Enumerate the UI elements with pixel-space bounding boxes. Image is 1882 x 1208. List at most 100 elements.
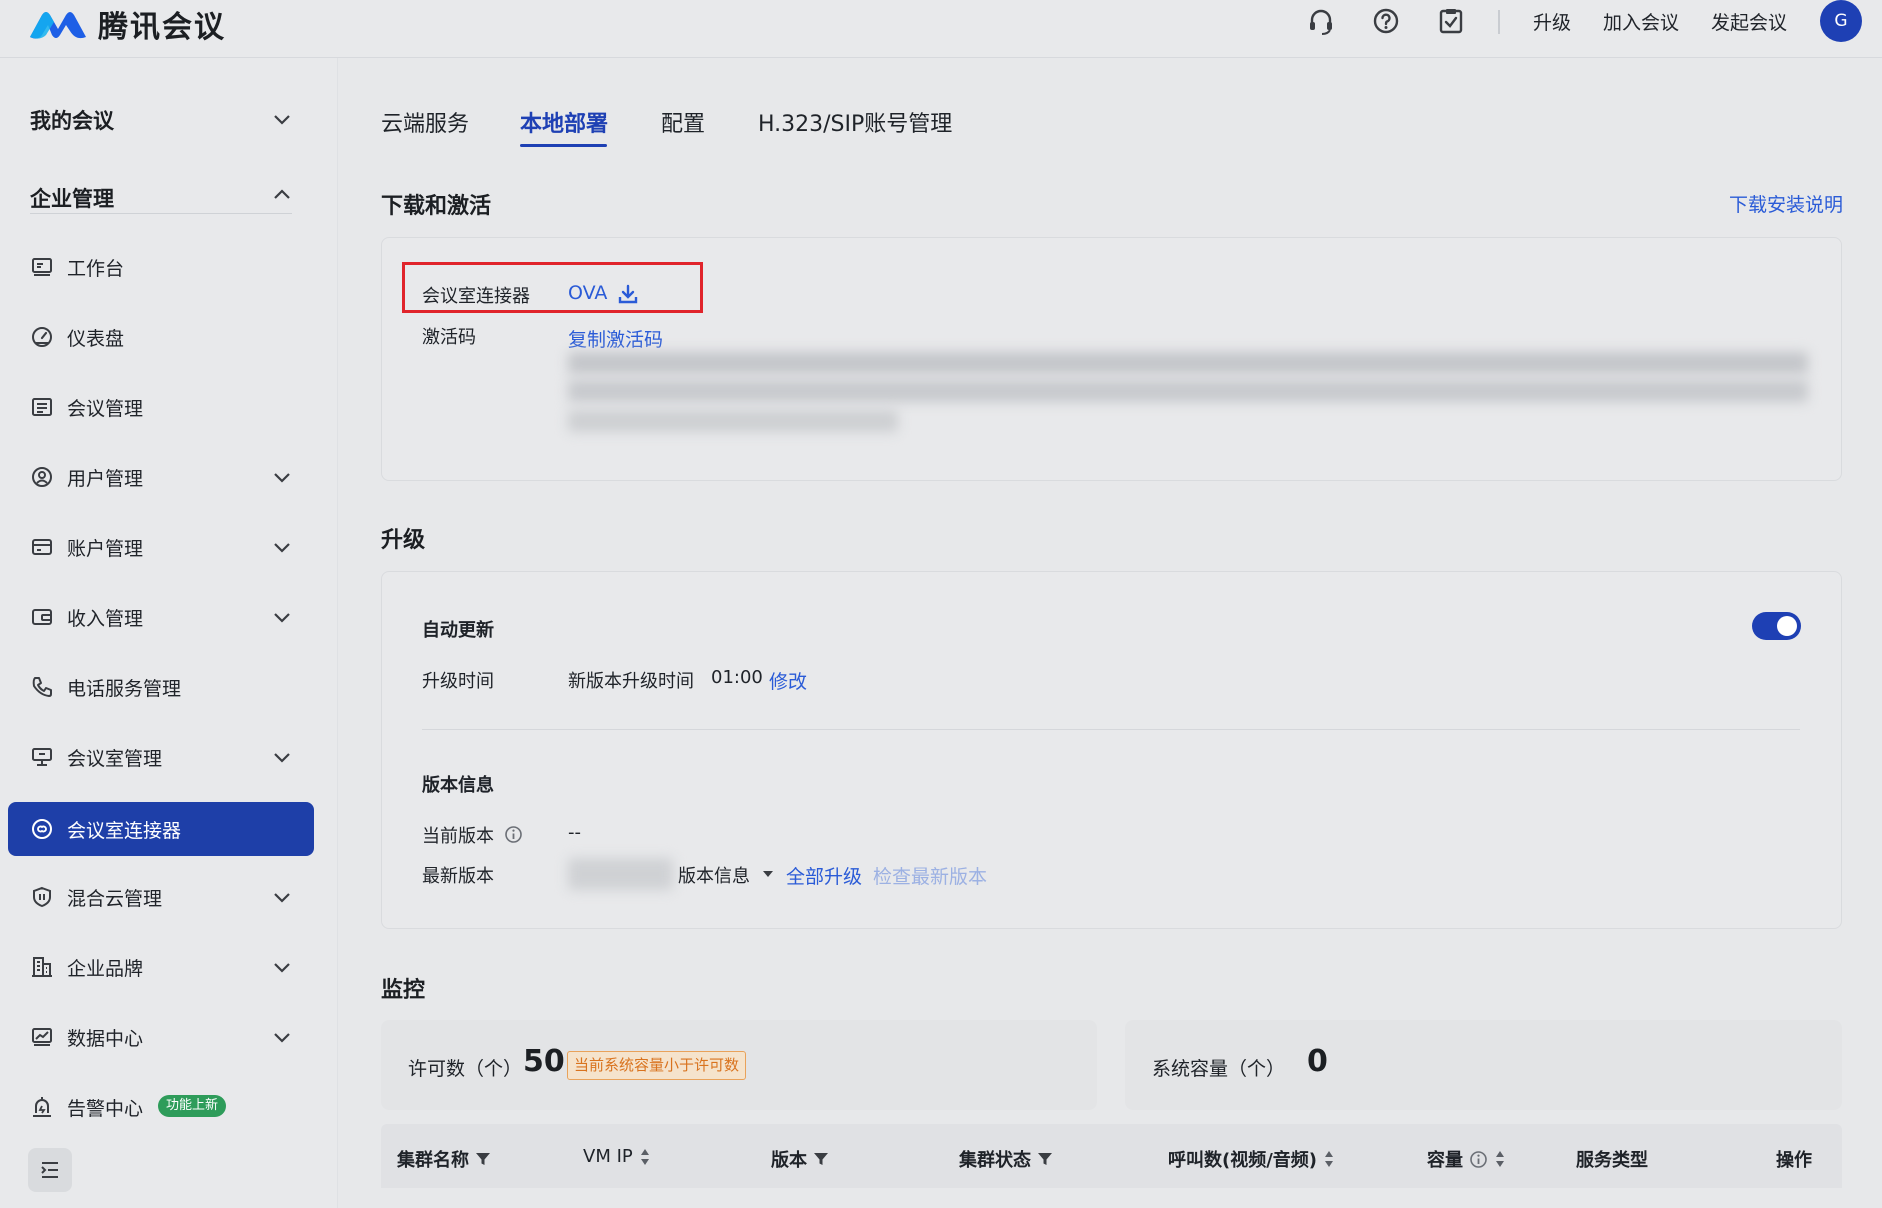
sidebar-item-user-management[interactable]: 用户管理 [8,450,314,504]
latest-version-blurred [568,858,673,890]
chevron-down-icon[interactable] [270,107,294,131]
sidebar-divider [30,213,292,214]
toggle-knob [1777,616,1797,636]
upgrade-all-link[interactable]: 全部升级 [786,862,862,889]
sidebar-item-label: 企业品牌 [67,958,144,980]
sidebar-item-dashboard[interactable]: 仪表盘 [8,310,314,364]
check-latest-link[interactable]: 检查最新版本 [873,862,987,889]
column-capacity[interactable]: 容量 [1427,1146,1506,1172]
tab-h323-sip-accounts[interactable]: H.323/SIP账号管理 [758,106,952,138]
latest-version-label: 最新版本 [422,866,494,887]
sort-icon[interactable] [639,1148,651,1166]
column-version[interactable]: 版本 [771,1146,829,1172]
clipboard-check-icon[interactable] [1436,6,1466,36]
start-meeting-link[interactable]: 发起会议 [1711,8,1787,35]
capacity-label: 系统容量（个） [1152,1058,1286,1080]
highlight-annotation [402,262,703,313]
sidebar-item-room-management[interactable]: 会议室管理 [8,730,314,784]
filter-icon[interactable] [1037,1151,1053,1167]
upgrade-section-title: 升级 [381,528,426,553]
sidebar-group-my-meetings[interactable]: 我的会议 [30,105,114,135]
column-actions: 操作 [1776,1146,1812,1172]
sidebar-item-hybrid-cloud[interactable]: 混合云管理 [8,870,314,924]
sidebar-item-account-management[interactable]: 账户管理 [8,520,314,574]
column-cluster-name[interactable]: 集群名称 [397,1146,491,1172]
tab-configuration[interactable]: 配置 [661,106,705,138]
tab-local-deployment[interactable]: 本地部署 [520,106,608,138]
column-vm-ip[interactable]: VM IP [583,1146,651,1167]
sidebar: 我的会议 企业管理 工作台 仪表盘 会议管理 用户管理 账户管理 收入管理 电话… [0,58,338,1208]
chart-icon [32,1028,52,1046]
sidebar-item-workbench[interactable]: 工作台 [8,240,314,294]
chevron-down-icon [274,893,290,903]
building-icon [32,957,52,977]
activation-code-label: 激活码 [422,327,476,348]
sidebar-item-meeting-management[interactable]: 会议管理 [8,380,314,434]
sidebar-group-enterprise[interactable]: 企业管理 [30,183,114,213]
card-icon [32,539,52,555]
column-label: 集群状态 [959,1150,1031,1171]
chevron-down-icon [274,753,290,763]
sort-icon[interactable] [1494,1150,1506,1168]
capacity-value: 0 [1307,1044,1328,1079]
chevron-down-icon [274,1033,290,1043]
alarm-icon [33,1097,51,1117]
section-divider [422,729,1800,730]
column-label: 容量 [1427,1150,1463,1171]
sidebar-item-income-management[interactable]: 收入管理 [8,590,314,644]
column-cluster-status[interactable]: 集群状态 [959,1146,1053,1172]
sidebar-item-alarm-center[interactable]: 告警中心 功能上新 [8,1080,314,1134]
column-label: 呼叫数(视频/音频) [1168,1150,1318,1171]
upgrade-time-text: 新版本升级时间 [568,671,694,692]
sidebar-item-enterprise-brand[interactable]: 企业品牌 [8,940,314,994]
dashboard-icon [32,327,52,347]
auto-update-label: 自动更新 [422,620,494,641]
sidebar-item-label: 会议室连接器 [67,820,182,842]
column-label: 操作 [1776,1150,1812,1171]
sidebar-item-label: 电话服务管理 [67,678,182,700]
sidebar-item-label: 账户管理 [67,538,144,560]
chevron-up-icon[interactable] [270,183,294,207]
column-label: 集群名称 [397,1150,469,1171]
download-section-title: 下载和激活 [381,194,492,219]
tab-cloud-service[interactable]: 云端服务 [381,106,469,138]
help-icon[interactable] [1371,6,1401,36]
column-call-count[interactable]: 呼叫数(视频/音频) [1168,1146,1335,1172]
chevron-down-icon [274,613,290,623]
auto-update-toggle[interactable] [1752,612,1801,640]
room-icon [32,748,52,766]
capacity-warning-badge: 当前系统容量小于许可数 [567,1051,747,1080]
info-icon[interactable] [504,825,523,844]
activation-code-blurred [568,380,1808,402]
column-label: VM IP [583,1146,633,1167]
join-meeting-link[interactable]: 加入会议 [1603,8,1679,35]
copy-activation-code-link[interactable]: 复制激活码 [568,325,663,352]
headset-icon[interactable] [1306,6,1336,36]
install-guide-link[interactable]: 下载安装说明 [1729,190,1843,217]
sidebar-item-label: 收入管理 [67,608,144,630]
tencent-meeting-logo-icon [30,12,86,39]
activation-code-blurred [568,410,898,432]
sidebar-item-label: 仪表盘 [67,328,125,350]
caret-down-icon[interactable] [762,870,774,878]
collapse-sidebar-button[interactable] [28,1148,72,1192]
upgrade-link[interactable]: 升级 [1533,8,1571,35]
sidebar-item-label: 工作台 [67,258,125,280]
wallet-icon [32,609,52,625]
sidebar-item-data-center[interactable]: 数据中心 [8,1010,314,1064]
version-info-dropdown[interactable]: 版本信息 [678,862,750,888]
filter-icon[interactable] [475,1151,491,1167]
column-label: 服务类型 [1576,1150,1648,1171]
modify-time-link[interactable]: 修改 [769,667,807,694]
filter-icon[interactable] [813,1151,829,1167]
active-tab-indicator [520,144,607,147]
sort-icon[interactable] [1323,1150,1335,1168]
info-icon[interactable] [1469,1150,1488,1169]
license-value: 50 [523,1044,565,1079]
avatar[interactable]: G [1820,0,1862,42]
current-version-label: 当前版本 [422,826,494,847]
app-logo[interactable]: 腾讯会议 [28,2,226,46]
sidebar-item-room-connector[interactable]: 会议室连接器 [8,802,314,856]
sidebar-item-phone-service[interactable]: 电话服务管理 [8,660,314,714]
new-feature-badge: 功能上新 [158,1095,227,1117]
